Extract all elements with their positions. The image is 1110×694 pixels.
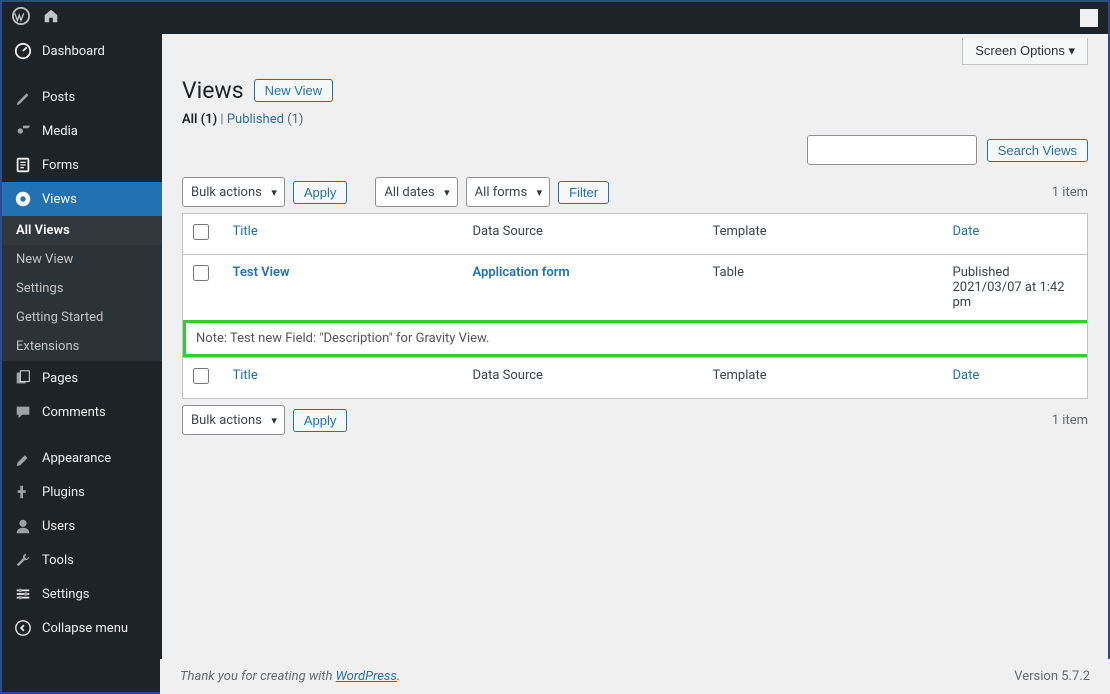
col-data-source: Data Source xyxy=(463,214,703,255)
submenu-all-views[interactable]: All Views xyxy=(2,216,162,245)
search-views-button[interactable]: Search Views xyxy=(987,139,1088,162)
col-template-foot: Template xyxy=(703,358,943,399)
wordpress-link[interactable]: WordPress xyxy=(336,669,397,684)
sidebar-item-collapse[interactable]: Collapse menu xyxy=(2,611,162,645)
sidebar-item-label: Comments xyxy=(42,405,106,420)
sidebar-item-label: Tools xyxy=(42,553,74,568)
row-template: Table xyxy=(703,255,943,321)
item-count: 1 item xyxy=(1052,185,1088,200)
sidebar-item-forms[interactable]: Forms xyxy=(2,148,162,182)
submenu-getting-started[interactable]: Getting Started xyxy=(2,303,162,332)
submenu-extensions[interactable]: Extensions xyxy=(2,332,162,361)
screen-options-button[interactable]: Screen Options ▾ xyxy=(962,38,1088,65)
col-data-source-foot: Data Source xyxy=(463,358,703,399)
sidebar-item-label: Views xyxy=(42,192,77,207)
sidebar-item-label: Collapse menu xyxy=(42,621,128,636)
sidebar-item-users[interactable]: Users xyxy=(2,509,162,543)
sidebar-item-views[interactable]: Views xyxy=(2,182,162,216)
bulk-actions-select-bottom[interactable]: Bulk actions xyxy=(182,405,285,435)
admin-topbar xyxy=(2,2,1108,34)
sidebar-item-label: Posts xyxy=(42,90,75,105)
sidebar-item-label: Pages xyxy=(42,371,78,386)
sidebar-item-label: Media xyxy=(42,124,78,139)
sidebar-item-label: Users xyxy=(42,519,75,534)
sidebar-submenu-views: All Views New View Settings Getting Star… xyxy=(2,216,162,361)
dates-select[interactable]: All dates xyxy=(375,177,457,207)
version-label: Version 5.7.2 xyxy=(1014,669,1090,684)
admin-sidebar: Dashboard Posts Media Forms Views All Vi… xyxy=(2,34,162,692)
row-title-link[interactable]: Test View xyxy=(233,265,290,280)
sidebar-item-tools[interactable]: Tools xyxy=(2,543,162,577)
sidebar-item-plugins[interactable]: Plugins xyxy=(2,475,162,509)
bulk-actions-select[interactable]: Bulk actions xyxy=(182,177,285,207)
submenu-new-view[interactable]: New View xyxy=(2,245,162,274)
filter-all-link[interactable]: All (1) xyxy=(182,112,217,127)
note-highlight: Note: Test new Field: "Description" for … xyxy=(183,320,1087,357)
sidebar-item-label: Appearance xyxy=(42,451,111,466)
admin-footer: Thank you for creating with WordPress. V… xyxy=(160,659,1110,694)
search-input[interactable] xyxy=(807,135,977,165)
main-content: Screen Options ▾ Views New View All (1) … xyxy=(162,34,1108,692)
sidebar-item-label: Settings xyxy=(42,587,89,602)
col-date-foot[interactable]: Date xyxy=(943,358,1088,399)
sidebar-item-comments[interactable]: Comments xyxy=(2,395,162,429)
sidebar-item-label: Forms xyxy=(42,158,79,173)
row-source-link[interactable]: Application form xyxy=(473,265,570,280)
row-date: Published 2021/03/07 at 1:42 pm xyxy=(943,255,1088,321)
select-all-checkbox[interactable] xyxy=(193,224,209,240)
apply-bulk-button-bottom[interactable]: Apply xyxy=(293,409,348,432)
sidebar-item-dashboard[interactable]: Dashboard xyxy=(2,34,162,68)
views-table: Title Data Source Template Date Test Vie… xyxy=(182,213,1088,399)
sidebar-item-settings[interactable]: Settings xyxy=(2,577,162,611)
sidebar-item-appearance[interactable]: Appearance xyxy=(2,441,162,475)
new-view-button[interactable]: New View xyxy=(254,79,334,102)
col-template: Template xyxy=(703,214,943,255)
col-title-foot[interactable]: Title xyxy=(223,358,463,399)
submenu-settings[interactable]: Settings xyxy=(2,274,162,303)
sidebar-item-label: Dashboard xyxy=(42,44,105,59)
filter-button[interactable]: Filter xyxy=(558,181,609,204)
row-checkbox[interactable] xyxy=(193,265,209,281)
sidebar-item-label: Plugins xyxy=(42,485,85,500)
sidebar-item-posts[interactable]: Posts xyxy=(2,80,162,114)
view-filter-links: All (1) | Published (1) xyxy=(162,112,1108,135)
wordpress-icon[interactable] xyxy=(12,7,30,29)
item-count-bottom: 1 item xyxy=(1052,413,1088,428)
col-date[interactable]: Date xyxy=(943,214,1088,255)
sidebar-item-media[interactable]: Media xyxy=(2,114,162,148)
filter-published-link[interactable]: Published xyxy=(227,112,284,127)
page-title: Views xyxy=(182,77,244,104)
table-row: Test View Application form Table Publish… xyxy=(183,255,1088,321)
col-title[interactable]: Title xyxy=(223,214,463,255)
apply-bulk-button[interactable]: Apply xyxy=(293,181,348,204)
sidebar-item-pages[interactable]: Pages xyxy=(2,361,162,395)
home-icon[interactable] xyxy=(42,7,60,29)
select-all-checkbox-foot[interactable] xyxy=(193,368,209,384)
avatar[interactable] xyxy=(1080,9,1098,27)
forms-select[interactable]: All forms xyxy=(466,177,550,207)
note-row: Note: Test new Field: "Description" for … xyxy=(183,320,1088,358)
